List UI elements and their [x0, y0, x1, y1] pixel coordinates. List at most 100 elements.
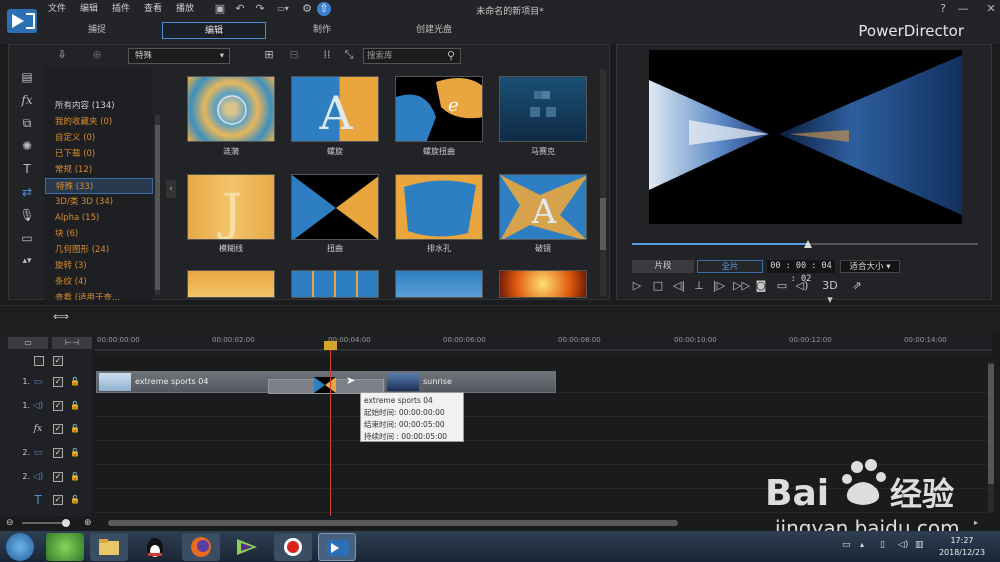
- menu-plugins[interactable]: 插件: [112, 3, 130, 15]
- category-dropdown[interactable]: 特殊 ▾: [128, 48, 230, 64]
- minimize-button[interactable]: —: [955, 2, 971, 16]
- tray-device-icon[interactable]: ▯: [880, 540, 892, 552]
- search-icon[interactable]: ⚲: [444, 49, 458, 63]
- lock-icon[interactable]: 🔓: [70, 424, 80, 434]
- next-frame-icon[interactable]: |▷: [712, 279, 726, 293]
- redo-icon[interactable]: ↷: [252, 2, 268, 16]
- category-custom[interactable]: 自定义 (0): [45, 130, 153, 146]
- lock-icon[interactable]: 🔓: [70, 448, 80, 458]
- browser-360-icon[interactable]: [46, 533, 84, 561]
- help-button[interactable]: ?: [935, 2, 951, 16]
- fit-timeline-button[interactable]: ⊢⊣: [52, 337, 92, 349]
- undock-preview-icon[interactable]: ⇗: [850, 279, 864, 293]
- qq-penguin-icon[interactable]: [136, 533, 174, 561]
- transition-thumbnail[interactable]: [395, 270, 483, 298]
- add-to-favorites-icon[interactable]: ⊞: [262, 48, 276, 62]
- track-visible-checkbox[interactable]: ✓: [53, 472, 63, 482]
- tab-edit[interactable]: 编辑: [162, 22, 266, 39]
- timeline-view-button[interactable]: ▭: [8, 337, 48, 349]
- media-room-icon[interactable]: ▤: [17, 68, 37, 86]
- transition-ripple-thumbnail[interactable]: [187, 76, 275, 142]
- tray-network-icon[interactable]: ▥: [915, 540, 927, 552]
- voiceover-mic-icon[interactable]: 🎙: [17, 206, 37, 224]
- movie-mode-button[interactable]: 全片: [697, 260, 763, 273]
- transition-room-icon[interactable]: ⇄: [17, 183, 37, 201]
- timecode-display[interactable]: 00 : 00 : 04 : 02: [767, 260, 835, 284]
- menu-edit[interactable]: 编辑: [80, 3, 98, 15]
- download-globe-icon[interactable]: ⊕: [90, 48, 104, 62]
- track-visible-checkbox[interactable]: ✓: [53, 448, 63, 458]
- category-alpha[interactable]: Alpha (15): [45, 210, 153, 226]
- file-explorer-icon[interactable]: [90, 533, 128, 561]
- firefox-icon[interactable]: [182, 533, 220, 561]
- transition-broken-glass-thumbnail[interactable]: A: [499, 174, 587, 240]
- transition-thumbnail[interactable]: [187, 270, 275, 298]
- remove-icon[interactable]: ⊟: [287, 48, 301, 62]
- close-button[interactable]: ✕: [983, 2, 999, 16]
- stop-icon[interactable]: □: [651, 279, 665, 293]
- fx-room-icon[interactable]: fx: [17, 91, 37, 109]
- transition-blur-line-thumbnail[interactable]: J: [187, 174, 275, 240]
- transition-thumbnail[interactable]: [499, 270, 587, 298]
- menu-view[interactable]: 查看: [144, 3, 162, 15]
- previous-frame-icon[interactable]: ◁|: [672, 279, 686, 293]
- tray-volume-icon[interactable]: ◁): [898, 540, 910, 552]
- transition-drain-thumbnail[interactable]: [395, 174, 483, 240]
- category-stripes[interactable]: 条纹 (4): [45, 274, 153, 290]
- transition-thumbnail[interactable]: [291, 270, 379, 298]
- library-scrollbar[interactable]: [600, 70, 606, 296]
- upload-cloud-icon[interactable]: ⇧: [317, 2, 331, 16]
- aspect-ratio-icon[interactable]: ▭▾: [273, 2, 293, 16]
- snapshot-camera-icon[interactable]: ◙: [754, 279, 768, 293]
- play-icon[interactable]: ▷: [630, 279, 644, 293]
- start-button-icon[interactable]: [6, 533, 34, 561]
- track-visible-checkbox[interactable]: ✓: [53, 377, 63, 387]
- subtitle-room-icon[interactable]: ▭: [17, 229, 37, 247]
- category-downloaded[interactable]: 已下载 (0): [45, 146, 153, 162]
- 3d-mode-button[interactable]: 3D ▾: [818, 279, 842, 306]
- tab-create-disc[interactable]: 创建光盘: [404, 22, 464, 39]
- transition-mosaic-thumbnail[interactable]: [499, 76, 587, 142]
- pip-room-icon[interactable]: ⧉: [17, 114, 37, 132]
- zoom-out-icon[interactable]: ⊖: [6, 518, 16, 528]
- track-visible-checkbox[interactable]: ✓: [53, 401, 63, 411]
- screen-recorder-icon[interactable]: [274, 533, 312, 561]
- transition-warp-thumbnail[interactable]: [291, 174, 379, 240]
- category-rotate[interactable]: 旋转 (3): [45, 258, 153, 274]
- timeline-horizontal-scroll-thumb[interactable]: [108, 520, 678, 526]
- taskbar-clock[interactable]: 17:27 2018/12/23: [930, 535, 994, 559]
- zoom-in-icon[interactable]: ⊕: [84, 518, 94, 528]
- lock-icon[interactable]: 🔓: [70, 472, 80, 482]
- category-scroll-thumb[interactable]: [155, 125, 160, 290]
- tab-capture[interactable]: 捕捉: [75, 22, 119, 39]
- category-3d[interactable]: 3D/类 3D (34): [45, 194, 153, 210]
- clip-mode-button[interactable]: 片段: [632, 260, 694, 273]
- transition-marker-thumbnail[interactable]: [314, 377, 336, 393]
- import-media-icon[interactable]: ⇩: [55, 48, 69, 62]
- undo-icon[interactable]: ↶: [232, 2, 248, 16]
- preview-screen[interactable]: [649, 50, 962, 224]
- playhead-handle[interactable]: [324, 341, 337, 350]
- category-view[interactable]: 查看 (适用于查...: [45, 290, 153, 300]
- lock-icon[interactable]: 🔓: [70, 377, 80, 387]
- category-favorites[interactable]: 我的收藏夹 (0): [45, 114, 153, 130]
- mark-in-icon[interactable]: ⊥: [692, 279, 706, 293]
- track-visible-checkbox[interactable]: ✓: [53, 424, 63, 434]
- lock-icon[interactable]: 🔓: [70, 495, 80, 505]
- collapse-panel-chevron-left-icon[interactable]: ‹: [166, 180, 176, 198]
- menu-play[interactable]: 播放: [176, 3, 194, 15]
- expand-arrows-icon[interactable]: ▴▾: [17, 252, 37, 270]
- category-all[interactable]: 所有内容 (134): [45, 98, 153, 114]
- library-scroll-thumb[interactable]: [600, 198, 606, 250]
- category-general[interactable]: 常规 (12): [45, 162, 153, 178]
- fast-forward-icon[interactable]: ▷▷: [733, 279, 750, 293]
- master-visible-checkbox[interactable]: ✓: [53, 356, 63, 366]
- save-icon[interactable]: ▣: [212, 2, 228, 16]
- powerdirector-taskbar-icon[interactable]: [318, 533, 356, 561]
- master-track-select[interactable]: [34, 356, 44, 366]
- title-room-icon[interactable]: T: [17, 160, 37, 178]
- transition-spiral-twist-thumbnail[interactable]: e: [395, 76, 483, 142]
- video-editor-icon[interactable]: [228, 533, 266, 561]
- split-tool-icon[interactable]: ⟺: [52, 310, 70, 324]
- menu-file[interactable]: 文件: [48, 3, 66, 15]
